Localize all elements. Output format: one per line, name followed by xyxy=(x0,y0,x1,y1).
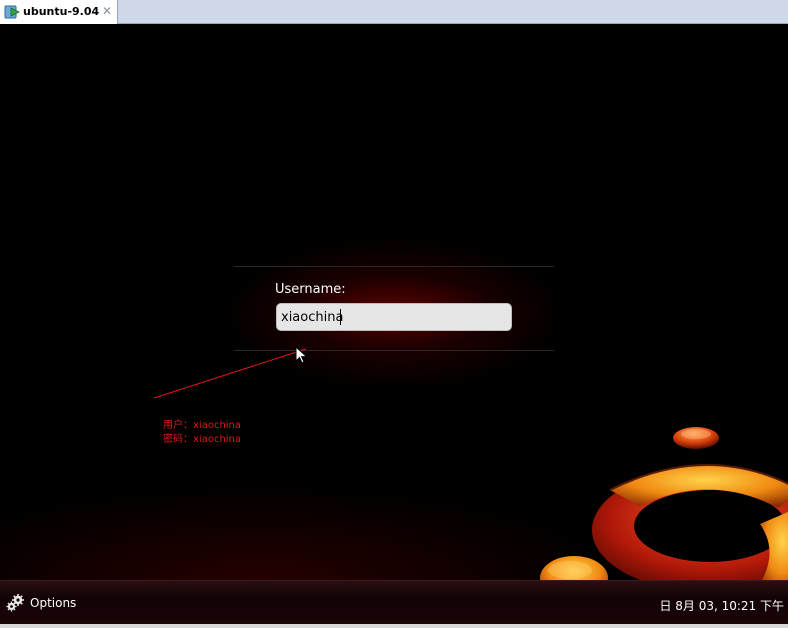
annotation-password: 密码：xiaochina xyxy=(163,434,242,445)
vm-power-icon xyxy=(4,5,20,19)
annotation-username: 用户：xiaochina xyxy=(163,420,242,431)
username-label: Username: xyxy=(275,282,346,297)
bottom-panel: Options 日 8月 03, 10:21 下午 xyxy=(0,580,788,624)
login-panel: Username: xyxy=(234,266,554,351)
vm-tab-title: ubuntu-9.04 xyxy=(23,5,100,18)
clock: 日 8月 03, 10:21 下午 xyxy=(659,599,784,613)
mouse-cursor-icon xyxy=(295,346,308,364)
vm-window: ubuntu-9.04 ✕ Username: 用户：xiaochina 密码：… xyxy=(0,0,788,628)
ubuntu-logo-icon xyxy=(540,427,788,580)
gear-icon xyxy=(6,594,24,612)
username-input[interactable] xyxy=(276,303,512,331)
window-bottom-edge xyxy=(0,624,788,628)
close-icon[interactable]: ✕ xyxy=(100,3,114,19)
login-screen: Username: 用户：xiaochina 密码：xiaochina xyxy=(0,24,788,580)
options-button[interactable]: Options xyxy=(5,591,76,615)
text-caret xyxy=(340,309,341,325)
options-label: Options xyxy=(30,596,77,610)
vm-tab-ubuntu[interactable]: ubuntu-9.04 ✕ xyxy=(0,0,118,24)
vm-tab-bar: ubuntu-9.04 ✕ xyxy=(0,0,788,24)
